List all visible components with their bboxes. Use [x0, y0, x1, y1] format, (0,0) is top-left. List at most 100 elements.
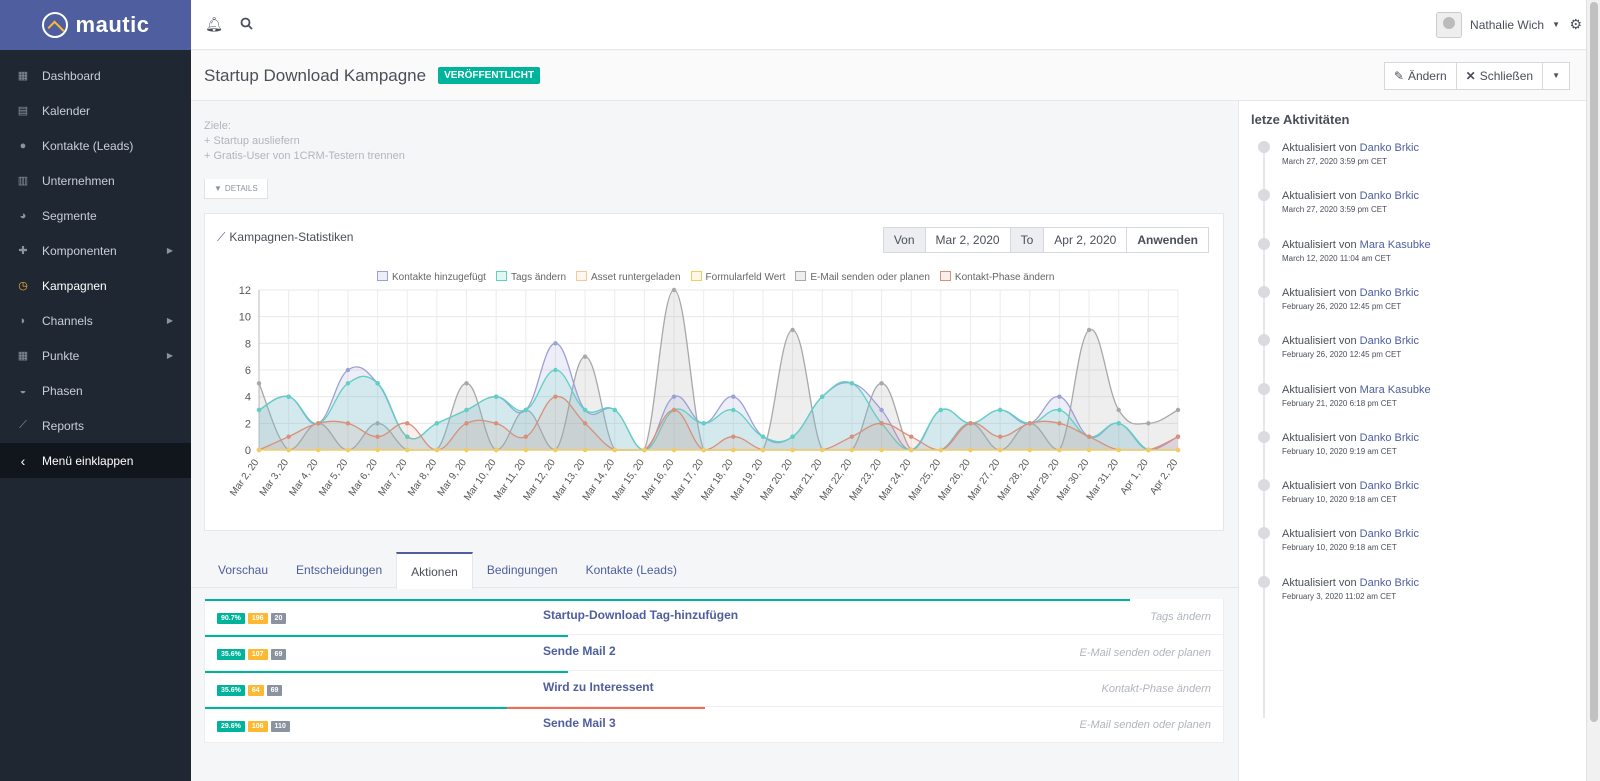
action-name[interactable]: Sende Mail 2 — [543, 644, 616, 658]
data-point — [464, 407, 469, 413]
legend-swatch — [377, 271, 388, 281]
page-scrollbar[interactable] — [1586, 0, 1600, 781]
activity-text: Aktualisiert von Danko Brkic — [1282, 432, 1572, 444]
y-tick-label: 10 — [239, 312, 251, 324]
sidebar-item-segmente[interactable]: ◕ Segmente — [0, 198, 191, 233]
action-type: Kontakt-Phase ändern — [1101, 683, 1211, 695]
data-point — [1086, 327, 1092, 333]
legend-item[interactable]: Tags ändern — [495, 271, 566, 283]
data-point — [760, 434, 766, 439]
activity-user-link[interactable]: Danko Brkic — [1360, 142, 1419, 154]
tab-bedingungen[interactable]: Bedingungen — [473, 552, 572, 587]
action-name[interactable]: Sende Mail 3 — [543, 716, 616, 730]
activity-user-link[interactable]: Danko Brkic — [1360, 528, 1419, 540]
action-row[interactable]: 35.6% 107 69 Sende Mail 2 E-Mail senden oder… — [204, 635, 1224, 671]
legend-item[interactable]: E-Mail senden oder planen — [795, 271, 930, 283]
caret-down-icon: ▼ — [1552, 71, 1560, 80]
action-row[interactable]: 29.6% 106 110 Sende Mail 3 E-Mail senden ode… — [204, 707, 1224, 743]
sidebar-item-komponenten[interactable]: ✚ Komponenten ▶ — [0, 233, 191, 268]
sidebar-collapse-button[interactable]: ‹ Menü einklappen — [0, 443, 191, 478]
data-point — [997, 434, 1003, 439]
sidebar-item-kontakte[interactable]: ● Kontakte (Leads) — [0, 128, 191, 163]
close-button[interactable]: ✕ Schließen — [1455, 61, 1544, 90]
main-content: Ziele: + Startup ausliefern + Gratis-Use… — [191, 101, 1238, 781]
timeline-dot — [1258, 237, 1270, 250]
action-name[interactable]: Wird zu Interessent — [543, 680, 654, 694]
data-point — [256, 407, 262, 413]
status-badge: VERÖFFENTLICHT — [438, 67, 541, 84]
tab-vorschau[interactable]: Vorschau — [204, 552, 282, 587]
tab-aktionen[interactable]: Aktionen — [396, 552, 473, 589]
activity-timestamp: February 10, 2020 9:18 am CET — [1282, 495, 1397, 505]
activity-user-link[interactable]: Mara Kasubke — [1360, 384, 1431, 396]
activity-text: Aktualisiert von Danko Brkic — [1282, 335, 1572, 347]
timeline-dot — [1258, 285, 1270, 298]
data-point — [286, 394, 291, 399]
data-point — [464, 447, 469, 453]
edit-button[interactable]: ✎ Ändern — [1383, 61, 1457, 90]
activity-user-link[interactable]: Danko Brkic — [1360, 432, 1419, 444]
action-stats: 29.6% 106 110 — [217, 721, 290, 732]
caret-down-icon: ▼ — [1552, 20, 1560, 29]
user-icon: ● — [19, 139, 27, 152]
data-point — [286, 447, 291, 453]
legend-item[interactable]: Formularfeld Wert — [690, 271, 785, 283]
tab-entscheidungen[interactable]: Entscheidungen — [282, 552, 396, 587]
success-progress-bar — [205, 671, 569, 673]
sidebar-item-kalender[interactable]: ▤ Kalender — [0, 93, 191, 128]
puzzle-icon: ✚ — [18, 245, 28, 257]
sidebar-item-channels[interactable]: ◗ Channels ▶ — [0, 303, 191, 338]
apply-button[interactable]: Anwenden — [1126, 227, 1209, 253]
action-row[interactable]: 90.7% 196 20 Startup-Download Tag-hinzufüge… — [204, 599, 1224, 635]
data-point — [582, 354, 588, 359]
bell-icon[interactable]: 🔔︎ — [199, 16, 229, 33]
sidebar-item-kampagnen[interactable]: ◷ Kampagnen — [0, 268, 191, 303]
scrollbar-thumb[interactable] — [1590, 2, 1598, 722]
data-point — [582, 447, 588, 453]
gear-icon[interactable]: ⚙ — [1569, 16, 1582, 33]
data-point — [375, 381, 380, 386]
tab-kontakte[interactable]: Kontakte (Leads) — [572, 552, 691, 587]
activity-prefix: Aktualisiert von — [1282, 142, 1357, 154]
from-date-input[interactable]: Mar 2, 2020 — [924, 227, 1011, 253]
data-point — [286, 434, 291, 439]
data-point — [1175, 447, 1181, 453]
data-point — [405, 447, 410, 453]
pie-chart-icon: ◕ — [19, 209, 27, 222]
legend-item[interactable]: Kontakte hinzugefügt — [377, 271, 486, 283]
user-menu[interactable]: Nathalie Wich ▼ — [1436, 11, 1560, 38]
data-point — [1116, 407, 1121, 413]
y-tick-label: 12 — [239, 285, 251, 297]
timeline-dot — [1258, 527, 1270, 540]
sidebar-item-label: Menü einklappen — [42, 453, 134, 468]
details-toggle[interactable]: ▼ DETAILS — [204, 179, 268, 199]
mautic-logo[interactable]: mautic — [0, 0, 191, 50]
sidebar-item-reports[interactable]: ⟋ Reports — [0, 408, 191, 443]
data-point — [493, 421, 499, 426]
details-label: DETAILS — [224, 184, 258, 193]
timeline-dot — [1258, 382, 1270, 395]
data-point — [849, 434, 855, 439]
activity-user-link[interactable]: Danko Brkic — [1360, 577, 1419, 589]
sidebar-item-unternehmen[interactable]: ▥ Unternehmen — [0, 163, 191, 198]
search-icon[interactable] — [231, 17, 261, 33]
data-point — [256, 447, 262, 453]
legend-item[interactable]: Kontakt-Phase ändern — [939, 271, 1054, 283]
activity-user-link[interactable]: Danko Brkic — [1360, 335, 1419, 347]
activity-user-link[interactable]: Danko Brkic — [1360, 190, 1419, 202]
sidebar-item-phasen[interactable]: ◒ Phasen — [0, 373, 191, 408]
activity-user-link[interactable]: Danko Brkic — [1360, 287, 1419, 299]
sidebar-item-dashboard[interactable]: ▦ Dashboard — [0, 58, 191, 93]
action-type: E-Mail senden oder planen — [1079, 719, 1211, 731]
action-name[interactable]: Startup-Download Tag-hinzufügen — [543, 608, 738, 622]
action-row[interactable]: 35.6% 64 69 Wird zu Interessent Kontakt-Phas… — [204, 671, 1224, 707]
to-date-input[interactable]: Apr 2, 2020 — [1043, 227, 1128, 253]
activity-user-link[interactable]: Danko Brkic — [1360, 480, 1419, 492]
sidebar-item-punkte[interactable]: ▦ Punkte ▶ — [0, 338, 191, 373]
legend-label: Kontakte hinzugefügt — [392, 272, 486, 283]
legend-item[interactable]: Asset runtergeladen — [576, 271, 681, 283]
activity-user-link[interactable]: Mara Kasubke — [1360, 239, 1431, 251]
more-actions-dropdown[interactable]: ▼ — [1542, 61, 1570, 90]
data-point — [671, 394, 677, 399]
caret-down-icon: ▼ — [214, 184, 222, 193]
